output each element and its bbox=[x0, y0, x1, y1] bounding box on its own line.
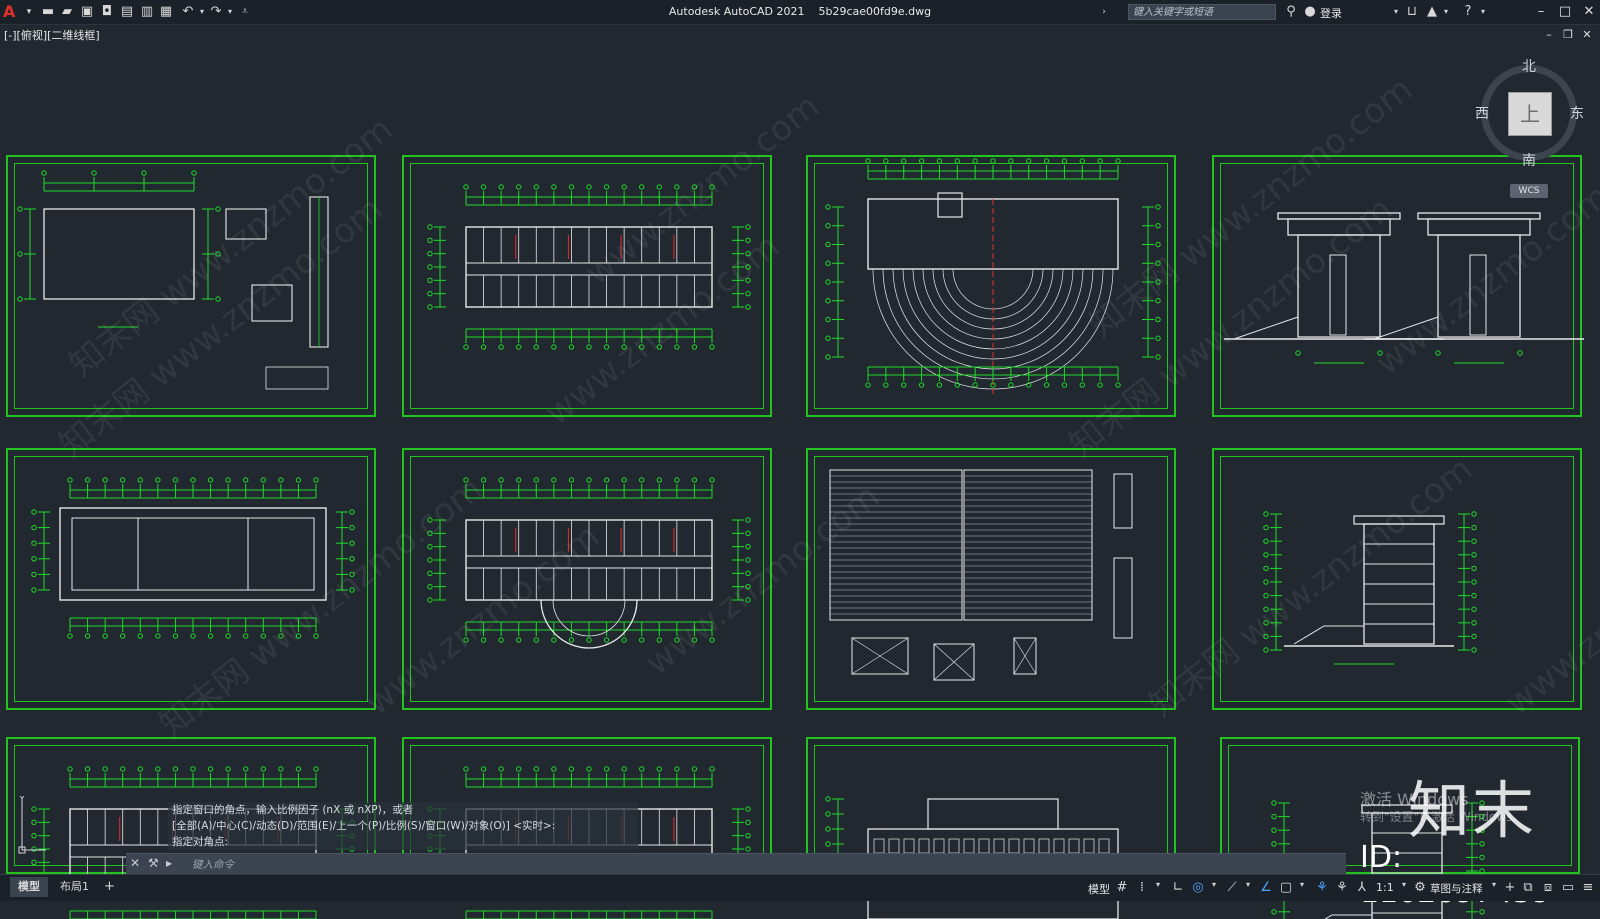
close-button[interactable]: ✕ bbox=[1578, 2, 1600, 22]
annotation-scale-icon[interactable]: ⅄ bbox=[1354, 880, 1370, 895]
command-history-line: [全部(A)/中心(C)/动态(D)/范围(E)/上一个(P)/比例(S)/窗口… bbox=[168, 818, 638, 834]
drawing-close-icon[interactable]: ✕ bbox=[1580, 28, 1594, 41]
command-input[interactable]: 键入命令 bbox=[192, 857, 234, 872]
save-icon[interactable]: ▣ bbox=[79, 4, 95, 20]
tab-layout1[interactable]: 布局1 bbox=[52, 877, 97, 897]
redo-dropdown-icon[interactable]: ▾ bbox=[222, 4, 238, 20]
annotation-scale-value[interactable]: 1:1 bbox=[1376, 881, 1394, 894]
sheet-drawing bbox=[1263, 511, 1477, 665]
sheet-drawing bbox=[31, 477, 355, 639]
annotation-visibility-icon[interactable]: ⚘ bbox=[1314, 880, 1330, 895]
brand-watermark: 知末 bbox=[1408, 774, 1537, 847]
viewcube-top-face[interactable]: 上 bbox=[1508, 92, 1552, 136]
autocad-logo-icon[interactable]: A bbox=[3, 2, 19, 22]
workspace-gear-icon[interactable]: ⚙ bbox=[1412, 880, 1428, 895]
command-line[interactable]: ✕ ⚒ ▸ 键入命令 bbox=[126, 853, 1346, 874]
title-bar: A ▾ ▬ ▰ ▣ ◘ ▤ ▥ ▦ ↶ ▾ ↷ ▾ ⩡ Autodesk Aut… bbox=[0, 0, 1600, 25]
new-icon[interactable]: ▬ bbox=[40, 4, 56, 20]
search-icon[interactable]: ⚲ bbox=[1283, 4, 1299, 20]
object-snap-dropdown-icon[interactable]: ▾ bbox=[1294, 880, 1310, 889]
quick-properties-icon[interactable]: ⧈ bbox=[1540, 880, 1556, 895]
tab-model[interactable]: 模型 bbox=[10, 877, 48, 897]
minimize-button[interactable]: – bbox=[1530, 2, 1552, 22]
sheet-drawing bbox=[825, 158, 1161, 397]
drawing-minimize-icon[interactable]: – bbox=[1542, 28, 1556, 41]
object-snap-tracking-icon[interactable]: ∠ bbox=[1258, 880, 1274, 895]
command-close-icon[interactable]: ✕ bbox=[130, 856, 140, 870]
customize-icon[interactable]: ⩡ bbox=[237, 4, 253, 20]
save-as-icon[interactable]: ◘ bbox=[99, 4, 115, 20]
command-history-line: 指定窗口的角点，输入比例因子 (nX 或 nXP)，或者 bbox=[168, 802, 638, 818]
ucs-icon: Y bbox=[18, 796, 46, 854]
search-input[interactable]: 键入关键字或短语 bbox=[1128, 4, 1276, 20]
wcs-dropdown[interactable]: WCS bbox=[1510, 184, 1548, 198]
maximize-button[interactable]: □ bbox=[1554, 2, 1576, 22]
ortho-icon[interactable]: ∟ bbox=[1170, 880, 1186, 895]
help-dropdown-icon[interactable]: ▾ bbox=[1475, 4, 1491, 20]
file-name: 5b29cae00fd9e.dwg bbox=[818, 5, 932, 18]
drawing-sheet[interactable] bbox=[6, 448, 376, 710]
drawing-sheet[interactable] bbox=[6, 155, 376, 417]
user-icon[interactable]: ● bbox=[1302, 4, 1318, 20]
auto-scale-icon[interactable]: ⚘ bbox=[1334, 880, 1350, 895]
command-history: 指定窗口的角点，输入比例因子 (nX 或 nXP)，或者 [全部(A)/中心(C… bbox=[168, 802, 638, 850]
drawing-sheet[interactable] bbox=[1212, 448, 1582, 710]
login-dropdown-icon[interactable]: ▾ bbox=[1388, 4, 1404, 20]
grid-icon[interactable]: # bbox=[1114, 880, 1130, 895]
app-menu-chevron-icon[interactable]: ▾ bbox=[21, 4, 37, 20]
scale-dropdown-icon[interactable]: ▾ bbox=[1396, 880, 1412, 889]
compass-south[interactable]: 南 bbox=[1522, 150, 1536, 170]
drawing-sheet[interactable] bbox=[806, 155, 1176, 417]
isodraft-icon[interactable]: ⟋ bbox=[1224, 880, 1240, 895]
help-icon[interactable]: ? bbox=[1460, 4, 1476, 20]
object-snap-icon[interactable]: ▢ bbox=[1278, 880, 1294, 895]
model-space-button[interactable]: 模型 bbox=[1088, 881, 1110, 897]
sheet-drawing bbox=[427, 184, 751, 350]
compass-west[interactable]: 西 bbox=[1475, 103, 1489, 123]
plot-preview-icon[interactable]: ▤ bbox=[119, 4, 135, 20]
command-prompt-icon[interactable]: ▸ bbox=[166, 856, 172, 870]
status-bar: 模型 布局1 + 模型 # ⁞ ▾ ∟ ◎ ▾ ⟋ ▾ ∠ ▢ ▾ ⚘ ⚘ ⅄ … bbox=[0, 874, 1600, 901]
command-customize-icon[interactable]: ⚒ bbox=[148, 856, 159, 870]
compass-north[interactable]: 北 bbox=[1522, 56, 1536, 76]
annotation-monitor-icon[interactable]: + bbox=[1502, 880, 1518, 895]
svg-text:Y: Y bbox=[18, 796, 26, 805]
units-icon[interactable]: ⧉ bbox=[1520, 880, 1536, 895]
snap-icon[interactable]: ⁞ bbox=[1134, 880, 1150, 895]
drawing-sheet[interactable] bbox=[402, 448, 772, 710]
status-customize-icon[interactable]: ≡ bbox=[1580, 880, 1596, 895]
polar-dropdown-icon[interactable]: ▾ bbox=[1206, 880, 1222, 889]
polar-tracking-icon[interactable]: ◎ bbox=[1190, 880, 1206, 895]
isodraft-dropdown-icon[interactable]: ▾ bbox=[1240, 880, 1256, 889]
open-icon[interactable]: ▰ bbox=[59, 4, 75, 20]
compass-east[interactable]: 东 bbox=[1570, 103, 1584, 123]
print-icon[interactable]: ▦ bbox=[158, 4, 174, 20]
publish-icon[interactable]: ▥ bbox=[139, 4, 155, 20]
drawing-sheet[interactable] bbox=[402, 155, 772, 417]
workspace-dropdown-icon[interactable]: ▾ bbox=[1486, 880, 1502, 889]
account-dropdown-icon[interactable]: ▾ bbox=[1438, 4, 1454, 20]
drawing-restore-icon[interactable]: ❐ bbox=[1561, 28, 1575, 41]
sheet-drawing bbox=[427, 477, 751, 649]
app-title: Autodesk AutoCAD 2021 bbox=[668, 5, 805, 18]
cart-icon[interactable]: ⊔ bbox=[1404, 4, 1420, 20]
viewport-controls-label[interactable]: [-][俯视][二维线框] bbox=[4, 27, 100, 43]
sheet-drawing bbox=[829, 469, 1133, 681]
command-history-line: 指定对角点: bbox=[168, 834, 638, 850]
workspace-switch[interactable]: 草图与注释 bbox=[1430, 881, 1483, 896]
add-layout-button[interactable]: + bbox=[96, 877, 123, 897]
login-link[interactable]: 登录 bbox=[1320, 5, 1342, 21]
snap-dropdown-icon[interactable]: ▾ bbox=[1150, 880, 1166, 889]
clean-screen-icon[interactable]: ▭ bbox=[1560, 880, 1576, 895]
sheet-drawing bbox=[17, 170, 329, 390]
drawing-sheet[interactable] bbox=[806, 448, 1176, 710]
search-expand-icon[interactable]: › bbox=[1096, 4, 1112, 20]
